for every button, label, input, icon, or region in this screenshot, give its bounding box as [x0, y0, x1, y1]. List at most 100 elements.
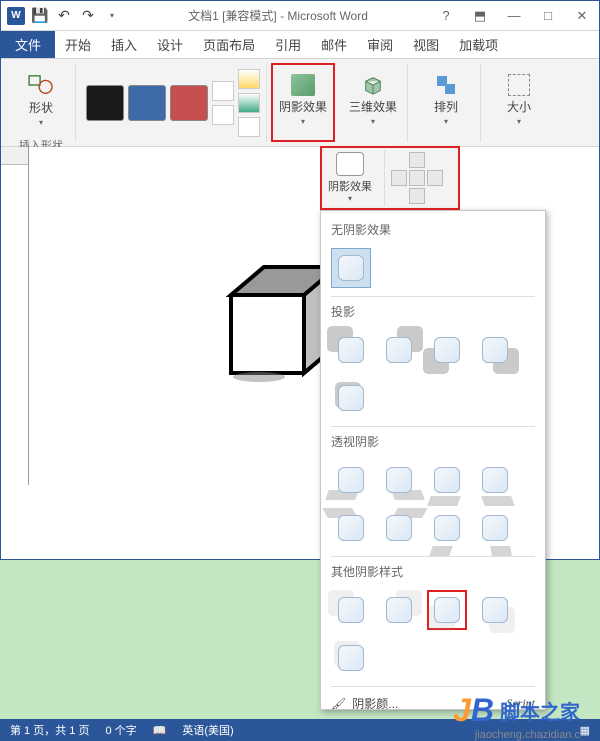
shadow-option-other-3-highlighted[interactable] — [427, 590, 467, 630]
shadow-effect-button[interactable]: 阴影效果 ▾ — [275, 65, 331, 135]
ribbon-group-size: 大小 ▾ — [485, 63, 553, 142]
threed-effect-button[interactable]: 三维效果 ▾ — [345, 65, 401, 135]
tab-references[interactable]: 引用 — [265, 31, 311, 58]
chevron-down-icon: ▾ — [301, 117, 305, 126]
arrange-label: 排列 — [434, 98, 458, 115]
watermark-brand: 脚本之家 — [500, 696, 580, 725]
save-icon[interactable]: 💾 — [29, 5, 51, 27]
shape-outline-button[interactable] — [238, 93, 260, 113]
chevron-down-icon: ▾ — [371, 117, 375, 126]
shadow-effect-icon — [291, 74, 315, 96]
status-views[interactable]: ▦ — [580, 724, 590, 737]
shadow-effects-dropdown: 无阴影效果 投影 透视阴影 其他阴影样式 🖌 阴影颜... Script — [320, 210, 546, 710]
maximize-button[interactable]: □ — [535, 6, 561, 26]
shadow-option-persp-6[interactable] — [379, 508, 419, 548]
tab-mailings[interactable]: 邮件 — [311, 31, 357, 58]
ruler-vertical[interactable] — [15, 165, 29, 485]
tab-home[interactable]: 开始 — [55, 31, 101, 58]
shadow-option-persp-1[interactable] — [331, 460, 371, 500]
style-swatch-black[interactable] — [86, 85, 124, 121]
menu-bar: 文件 开始 插入 设计 页面布局 引用 邮件 审阅 视图 加载项 — [1, 31, 599, 59]
chevron-down-icon: ▾ — [39, 118, 43, 127]
tab-pagelayout[interactable]: 页面布局 — [193, 31, 265, 58]
shadow-option-proj-4[interactable] — [475, 330, 515, 370]
ribbon-group-arrange: 排列 ▾ — [412, 63, 481, 142]
minimize-button[interactable]: — — [501, 6, 527, 26]
nudge-left-button[interactable] — [391, 170, 407, 186]
shadow-option-persp-3[interactable] — [427, 460, 467, 500]
shadow-option-persp-5[interactable] — [331, 508, 371, 548]
section-other-styles: 其他阴影样式 — [321, 559, 545, 584]
size-icon — [508, 74, 530, 96]
nudge-right-button[interactable] — [427, 170, 443, 186]
shadow-option-none[interactable] — [331, 248, 371, 288]
shadow-sub-ribbon: 阴影效果 ▾ — [320, 146, 460, 210]
shadow-effect-label: 阴影效果 — [279, 98, 327, 115]
nudge-center-button[interactable] — [409, 170, 425, 186]
arrange-icon — [435, 74, 457, 96]
status-page[interactable]: 第 1 页，共 1 页 — [10, 722, 89, 738]
status-language[interactable]: 英语(美国) — [182, 722, 233, 738]
shadow-option-persp-8[interactable] — [475, 508, 515, 548]
tab-insert[interactable]: 插入 — [101, 31, 147, 58]
size-label: 大小 — [507, 98, 531, 115]
tab-review[interactable]: 审阅 — [357, 31, 403, 58]
tab-view[interactable]: 视图 — [403, 31, 449, 58]
ribbon-group-insert-shape: 形状 ▾ 插入形状 — [7, 63, 76, 142]
arrange-button[interactable]: 排列 ▾ — [418, 65, 474, 135]
watermark-url: jiaocheng.chazidian.c — [475, 729, 580, 741]
style-swatch-blue[interactable] — [128, 85, 166, 121]
tab-design[interactable]: 设计 — [147, 31, 193, 58]
threed-effect-label: 三维效果 — [349, 98, 397, 115]
shadow-option-other-1[interactable] — [331, 590, 371, 630]
title-bar: W 💾 ↶ ↷ ▾ 文档1 [兼容模式] - Microsoft Word ? … — [1, 1, 599, 31]
paint-icon: 🖌 — [331, 697, 346, 711]
shadow-option-other-2[interactable] — [379, 590, 419, 630]
shadow-nudge-controls — [391, 152, 443, 186]
shadow-option-proj-3[interactable] — [427, 330, 467, 370]
style-swatch-red[interactable] — [170, 85, 208, 121]
qat-customize-icon[interactable]: ▾ — [101, 5, 123, 27]
shadow-option-persp-4[interactable] — [475, 460, 515, 500]
chevron-down-icon: ▾ — [517, 117, 521, 126]
shadow-option-other-5[interactable] — [331, 638, 371, 678]
chevron-down-icon: ▾ — [348, 194, 352, 203]
style-more-down[interactable] — [212, 105, 234, 125]
shadow-option-proj-2[interactable] — [379, 330, 419, 370]
word-app-icon[interactable]: W — [5, 5, 27, 27]
window-title: 文档1 [兼容模式] - Microsoft Word — [123, 7, 433, 24]
nudge-up-button[interactable] — [409, 152, 425, 168]
style-more-up[interactable] — [212, 81, 234, 101]
size-button[interactable]: 大小 ▾ — [491, 65, 547, 135]
shadow-option-proj-1[interactable] — [331, 330, 371, 370]
sub-shadow-label: 阴影效果 — [328, 178, 372, 194]
file-tab[interactable]: 文件 — [1, 31, 55, 58]
nudge-down-button[interactable] — [409, 188, 425, 204]
undo-icon[interactable]: ↶ — [53, 5, 75, 27]
watermark: JB 脚本之家 — [453, 692, 580, 729]
tab-addins[interactable]: 加载项 — [449, 31, 508, 58]
ruler-corner — [1, 147, 29, 165]
shadow-color-label: 阴影颜... — [352, 695, 398, 710]
section-perspective: 透视阴影 — [321, 429, 545, 454]
change-shape-button[interactable] — [238, 117, 260, 137]
shadow-option-persp-7[interactable] — [427, 508, 467, 548]
close-button[interactable]: ✕ — [569, 6, 595, 26]
shadow-option-persp-2[interactable] — [379, 460, 419, 500]
shapes-button[interactable]: 形状 ▾ — [13, 65, 69, 135]
status-wordcount[interactable]: 0 个字 — [105, 722, 136, 738]
shadow-option-proj-5[interactable] — [331, 378, 371, 418]
redo-icon[interactable]: ↷ — [77, 5, 99, 27]
cube-icon — [361, 74, 385, 96]
ribbon-group-shadow: 阴影效果 ▾ — [271, 63, 335, 142]
ribbon-display-button[interactable]: ⬒ — [467, 6, 493, 26]
help-button[interactable]: ? — [433, 6, 459, 26]
shadow-option-other-4[interactable] — [475, 590, 515, 630]
status-spellcheck-icon[interactable]: 📖 — [153, 724, 167, 737]
shapes-icon — [27, 73, 55, 97]
window-controls: ? ⬒ — □ ✕ — [433, 6, 595, 26]
shape-fill-button[interactable] — [238, 69, 260, 89]
quick-access-toolbar: W 💾 ↶ ↷ ▾ — [5, 5, 123, 27]
sub-shadow-effect-button[interactable]: 阴影效果 ▾ — [324, 150, 376, 206]
ribbon-group-styles — [80, 63, 267, 142]
